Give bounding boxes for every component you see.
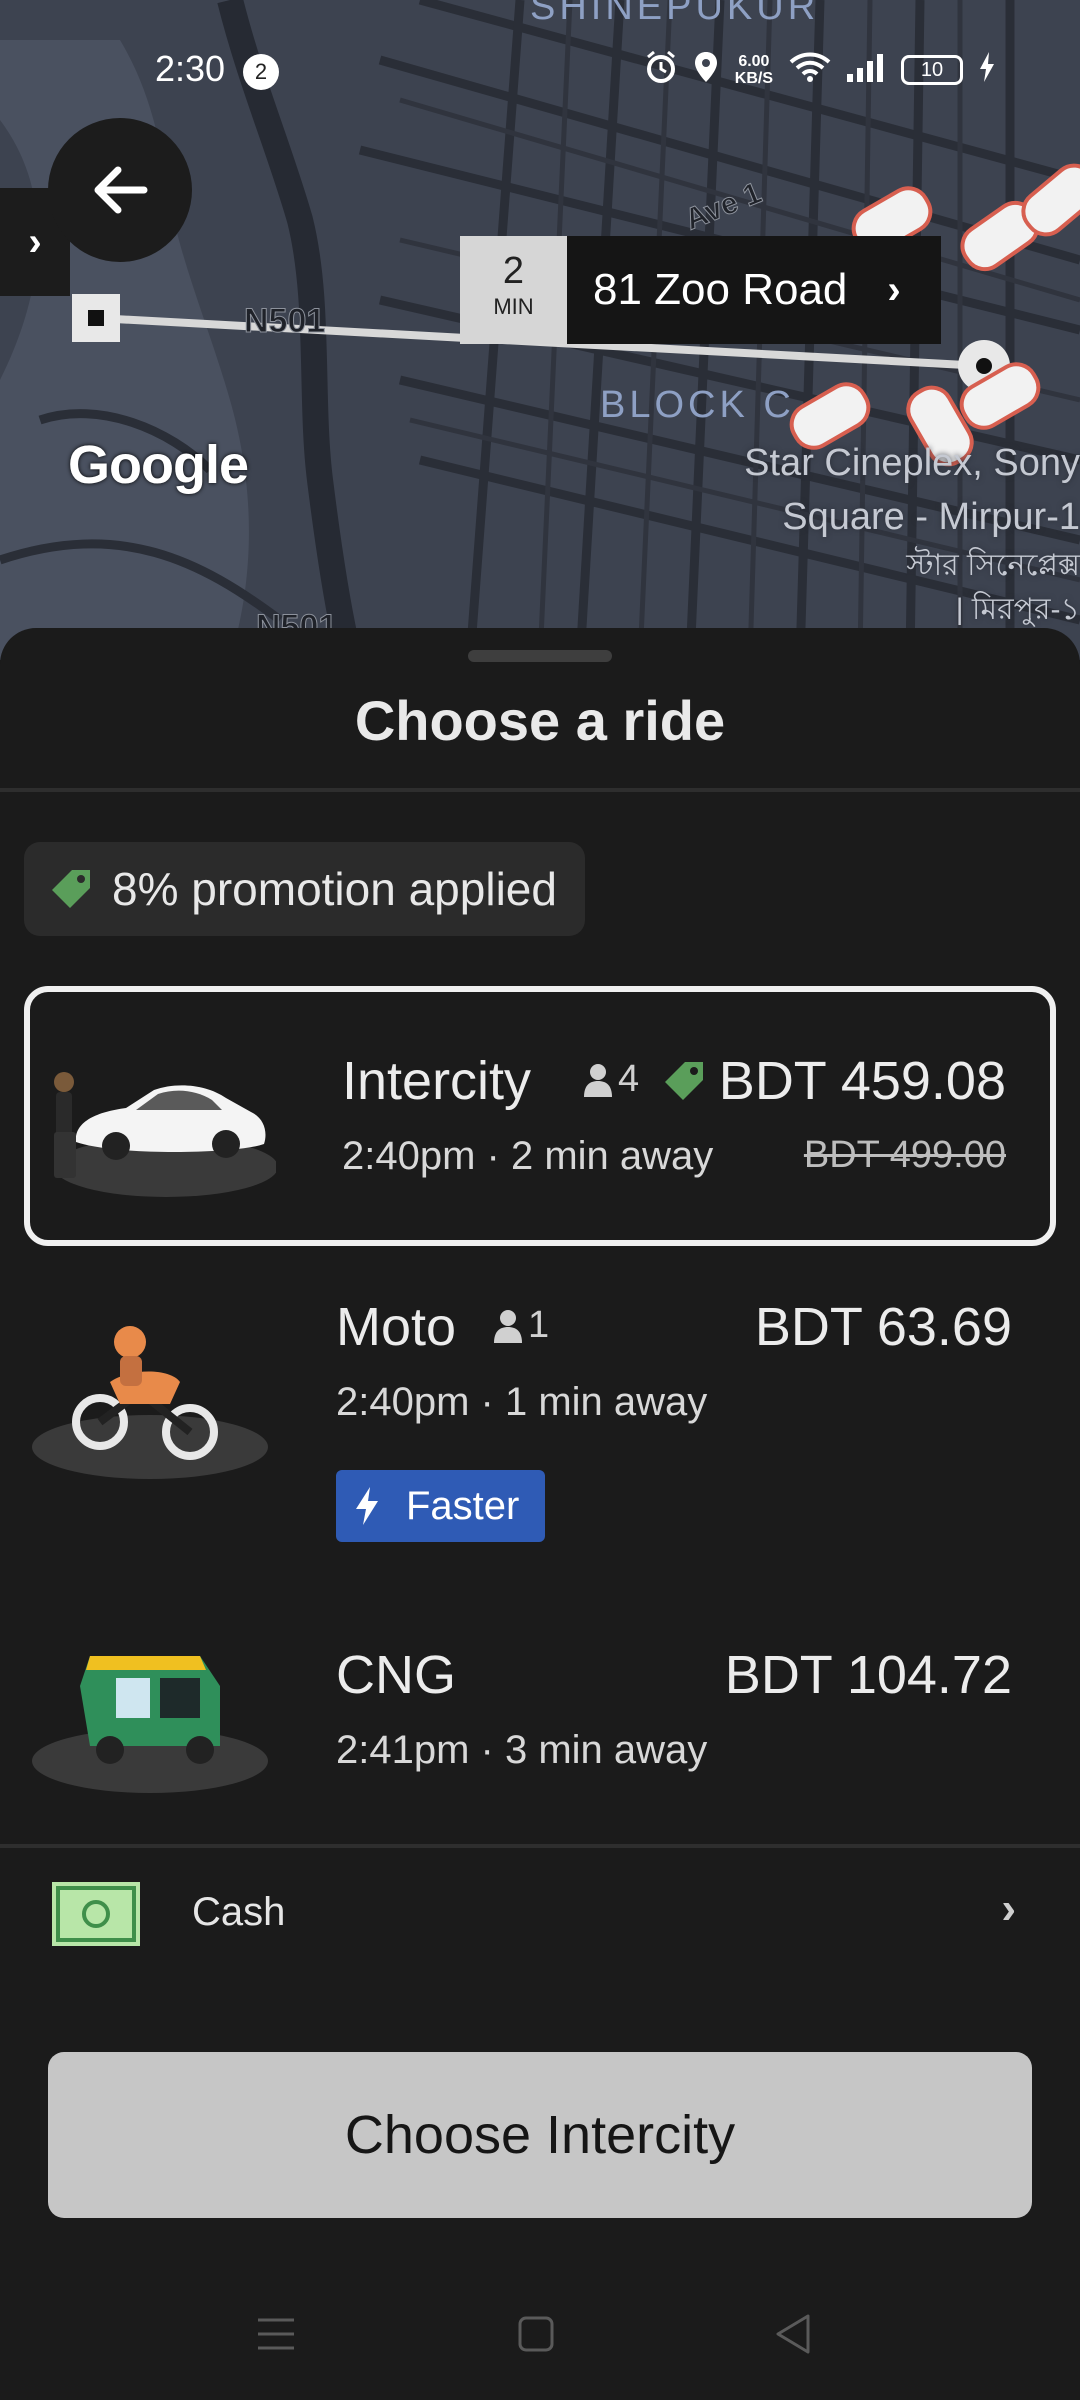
tag-icon [52, 870, 90, 908]
chevron-right-icon: › [887, 267, 901, 312]
back-nav-icon[interactable] [772, 2312, 812, 2356]
capacity-count: 1 [528, 1304, 550, 1346]
ride-eta: 2:40pm · 2 min away [342, 1134, 714, 1178]
status-bar: 2:30 2 6.00 KB/S 10 [0, 0, 1080, 130]
ride-option-moto[interactable]: Moto 1 BDT 63.69 2:40pm · 1 min away Fas… [24, 1240, 1056, 1570]
charging-icon [979, 51, 995, 89]
map-view[interactable]: SHINEPUKUR BLOCK C Ave 1 N501 N501 Star … [0, 0, 1080, 660]
faster-badge: Faster [336, 1470, 546, 1542]
notification-count-badge: 2 [243, 54, 279, 90]
wifi-icon [789, 51, 831, 90]
capacity-count: 4 [618, 1058, 640, 1100]
destination-name: 81 Zoo Road [593, 265, 848, 314]
back-button[interactable] [48, 118, 192, 262]
map-poi-line: | মিরপুর-১ [955, 593, 1080, 626]
map-poi-label: Star Cineplex, Sony Square - Mirpur-1 স্… [680, 436, 1080, 632]
original-price: BDT 499.00 [803, 1134, 1006, 1176]
choose-ride-button[interactable]: Choose Intercity [48, 2052, 1032, 2218]
person-icon [584, 1063, 612, 1097]
ride-eta: 2:40pm · 1 min away [336, 1380, 708, 1424]
chevron-right-icon: › [28, 219, 42, 264]
map-poi-line: স্টার সিনেপ্লেক্স [906, 549, 1080, 582]
location-icon [693, 50, 719, 91]
capacity-indicator: 1 [494, 1304, 549, 1347]
motorcycle-icon [32, 1326, 268, 1479]
ride-option-intercity[interactable]: Intercity 4 BDT 459.08 2:40pm · 2 min aw… [24, 986, 1056, 1246]
sheet-drag-handle[interactable] [468, 650, 612, 662]
map-area-label: BLOCK C [600, 384, 795, 426]
home-icon[interactable] [516, 2314, 556, 2354]
network-speed-unit: KB/S [734, 70, 773, 87]
promotion-banner: 8% promotion applied [24, 842, 585, 936]
network-speed: 6.00 KB/S [735, 53, 773, 87]
destination-label: 81 Zoo Road › [567, 236, 941, 344]
divider [0, 1844, 1080, 1848]
person-icon [494, 1309, 522, 1343]
ride-options-sheet: Choose a ride 8% promotion applied Inter… [0, 628, 1080, 2400]
promotion-text: 8% promotion applied [112, 863, 557, 915]
payment-method-row[interactable]: Cash › [0, 1854, 1080, 1974]
ride-name: Moto [336, 1297, 457, 1357]
sheet-title: Choose a ride [354, 689, 726, 752]
ride-eta: 2:41pm · 3 min away [336, 1728, 708, 1772]
car-icon [54, 1072, 276, 1197]
eta-box: 2 MIN [460, 236, 567, 344]
chevron-right-icon: › [1001, 1884, 1016, 1933]
ride-name: CNG [336, 1645, 456, 1705]
auto-rickshaw-icon [32, 1656, 268, 1793]
status-icons: 6.00 KB/S 10 [645, 50, 995, 90]
destination-callout[interactable]: 2 MIN 81 Zoo Road › [460, 236, 941, 344]
ride-price: BDT 104.72 [725, 1644, 1012, 1706]
cash-icon [52, 1882, 140, 1946]
status-time: 2:30 [155, 48, 226, 89]
alarm-icon [645, 50, 677, 91]
capacity-indicator: 4 [584, 1058, 639, 1101]
map-poi-line: Square - Mirpur-1 [782, 496, 1080, 538]
price: BDT 63.69 [754, 1297, 1012, 1357]
divider [0, 788, 1080, 792]
discounted-price: BDT 459.08 [718, 1051, 1006, 1111]
lightning-icon [356, 1487, 378, 1525]
ride-price: BDT 459.08 [661, 1050, 1006, 1112]
tag-icon [664, 1062, 703, 1100]
badge-text: Faster [406, 1483, 520, 1528]
eta-unit: MIN [493, 294, 534, 319]
system-navigation-bar [0, 2290, 1080, 2380]
ride-option-cng[interactable]: CNG BDT 104.72 2:41pm · 3 min away [24, 1604, 1056, 1814]
map-poi-line: Star Cineplex, Sony [744, 442, 1080, 484]
map-road-label: N501 [243, 302, 326, 341]
menu-icon[interactable] [256, 2314, 296, 2354]
google-logo: Google [68, 435, 249, 495]
signal-icon [847, 52, 885, 89]
battery-icon: 10 [901, 55, 963, 85]
price: BDT 104.72 [724, 1645, 1012, 1705]
eta-minutes: 2 [502, 250, 525, 292]
payment-method-label: Cash [192, 1890, 286, 1934]
ride-name: Intercity [342, 1051, 532, 1111]
arrow-left-icon [94, 166, 148, 214]
network-speed-value: 6.00 [738, 53, 770, 70]
ride-price: BDT 63.69 [755, 1296, 1012, 1358]
